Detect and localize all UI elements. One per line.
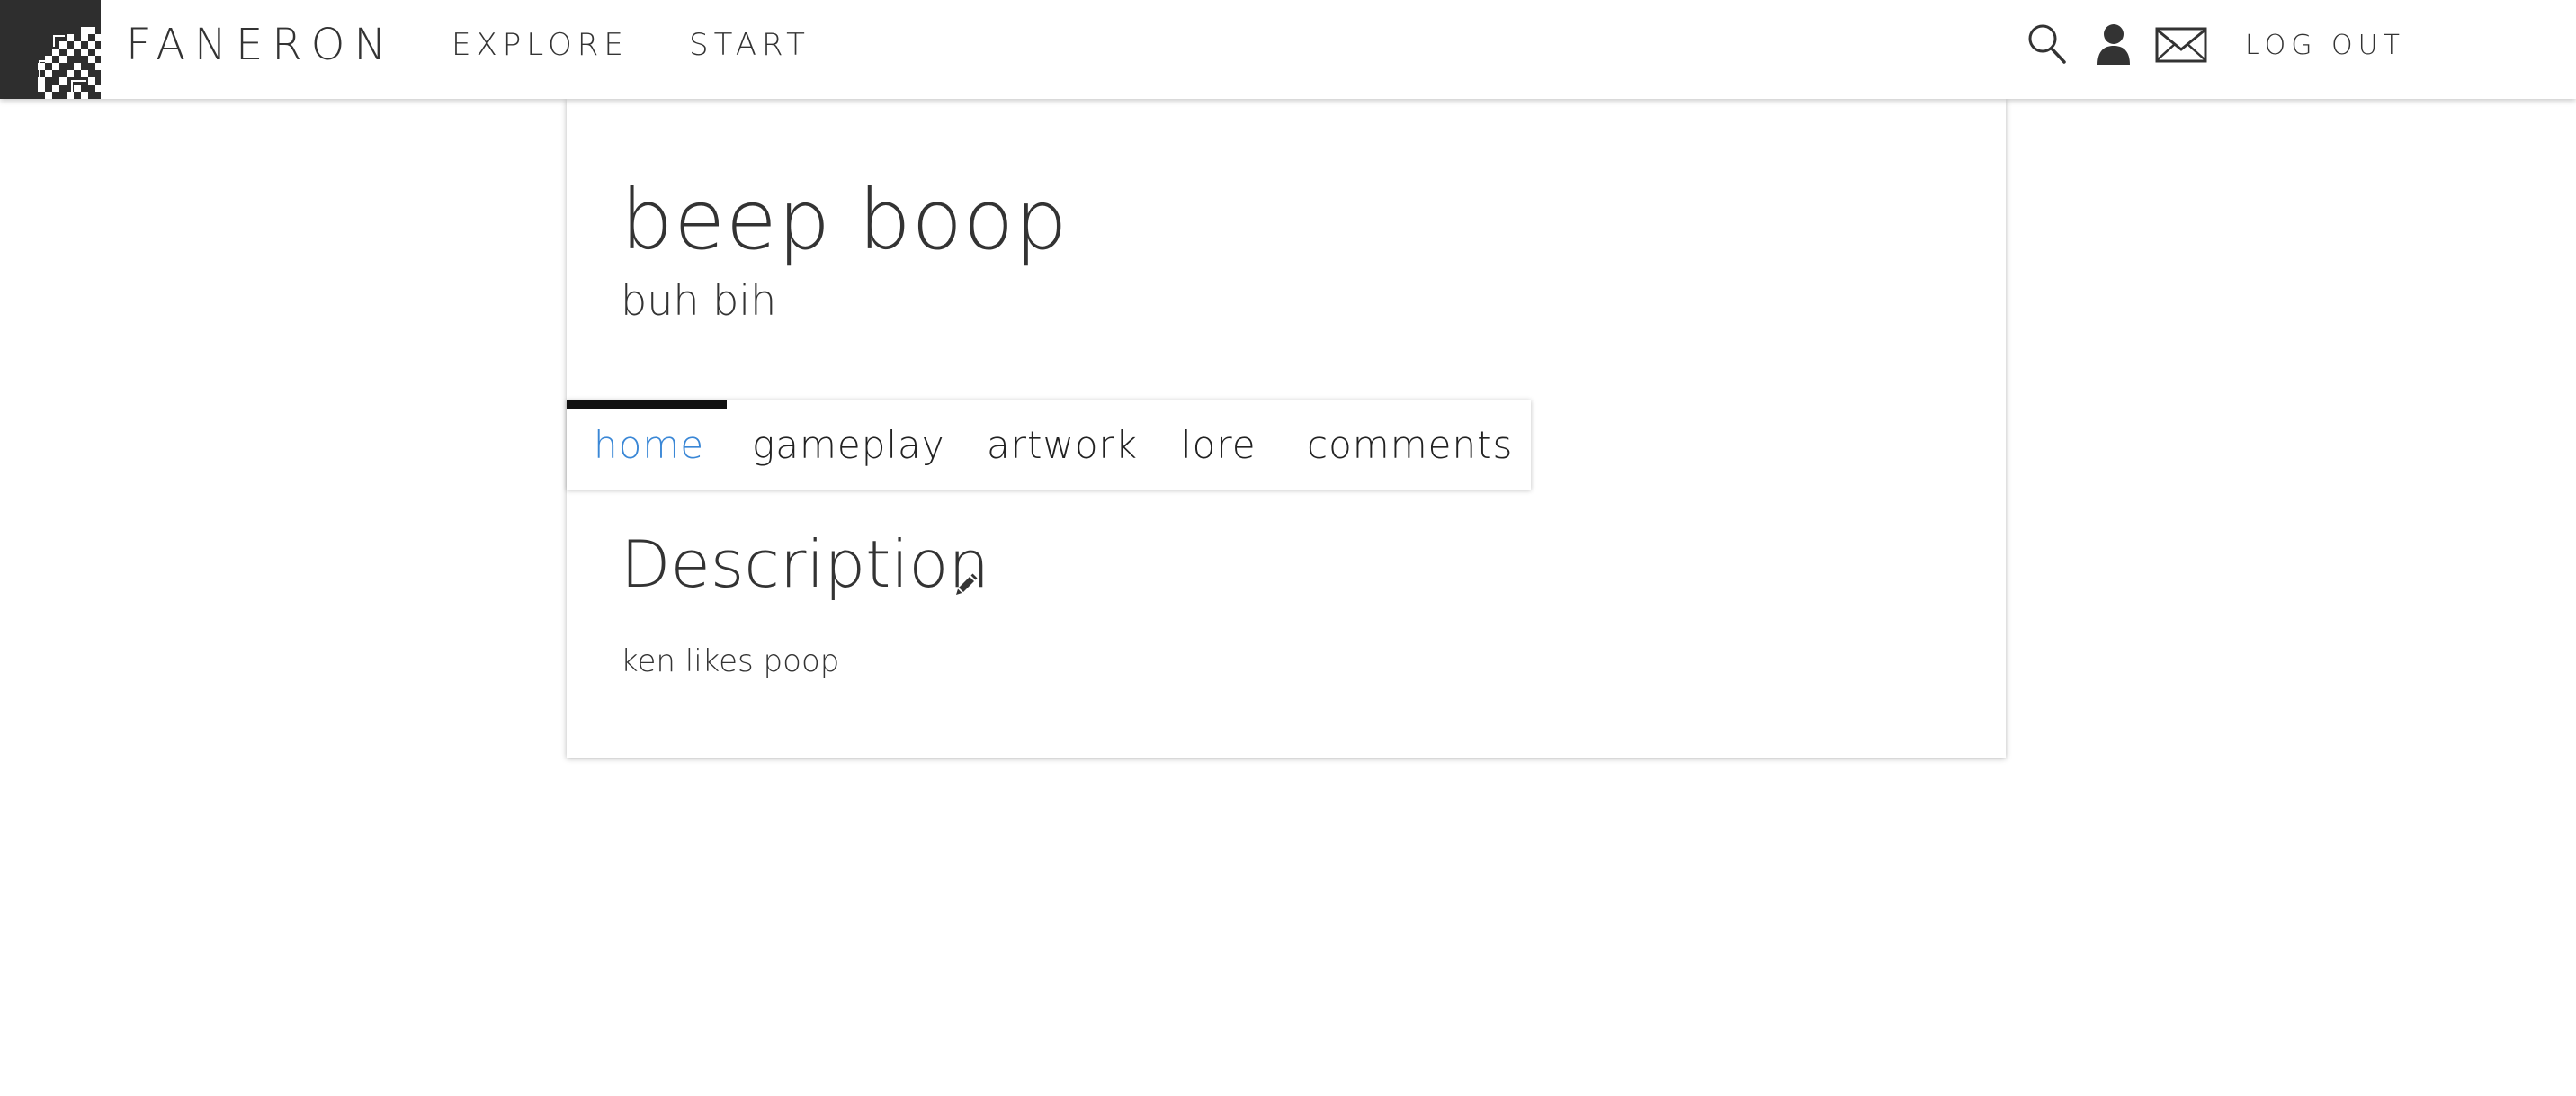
project-subtitle: buh bih <box>621 276 777 325</box>
tab-home[interactable]: home <box>567 400 752 490</box>
nav-start-link[interactable]: START <box>689 27 810 63</box>
user-icon[interactable] <box>2096 23 2132 68</box>
tab-lore[interactable]: lore <box>1181 400 1307 490</box>
edit-pencil-icon[interactable] <box>955 572 979 599</box>
project-title: beep boop <box>621 172 1069 268</box>
search-icon[interactable] <box>2027 23 2067 68</box>
tab-artwork[interactable]: artwork <box>987 400 1181 490</box>
logout-link[interactable]: LOG OUT <box>2245 30 2405 62</box>
project-tabs: home gameplay artwork lore comments <box>567 400 1531 490</box>
description-body: ken likes poop <box>621 643 840 679</box>
mail-icon[interactable] <box>2155 27 2207 67</box>
project-card: beep boop buh bih home gameplay artwork … <box>567 99 2006 758</box>
nav-explore-link[interactable]: EXPLORE <box>452 27 629 63</box>
brand-name[interactable]: FANERON <box>126 20 395 70</box>
top-navigation-bar: FANERON EXPLORE START LOG OUT <box>0 0 2576 99</box>
tab-comments[interactable]: comments <box>1307 400 1514 490</box>
faneron-logo-icon[interactable] <box>0 0 101 99</box>
tab-gameplay[interactable]: gameplay <box>752 400 987 490</box>
description-heading: Description <box>621 526 990 602</box>
